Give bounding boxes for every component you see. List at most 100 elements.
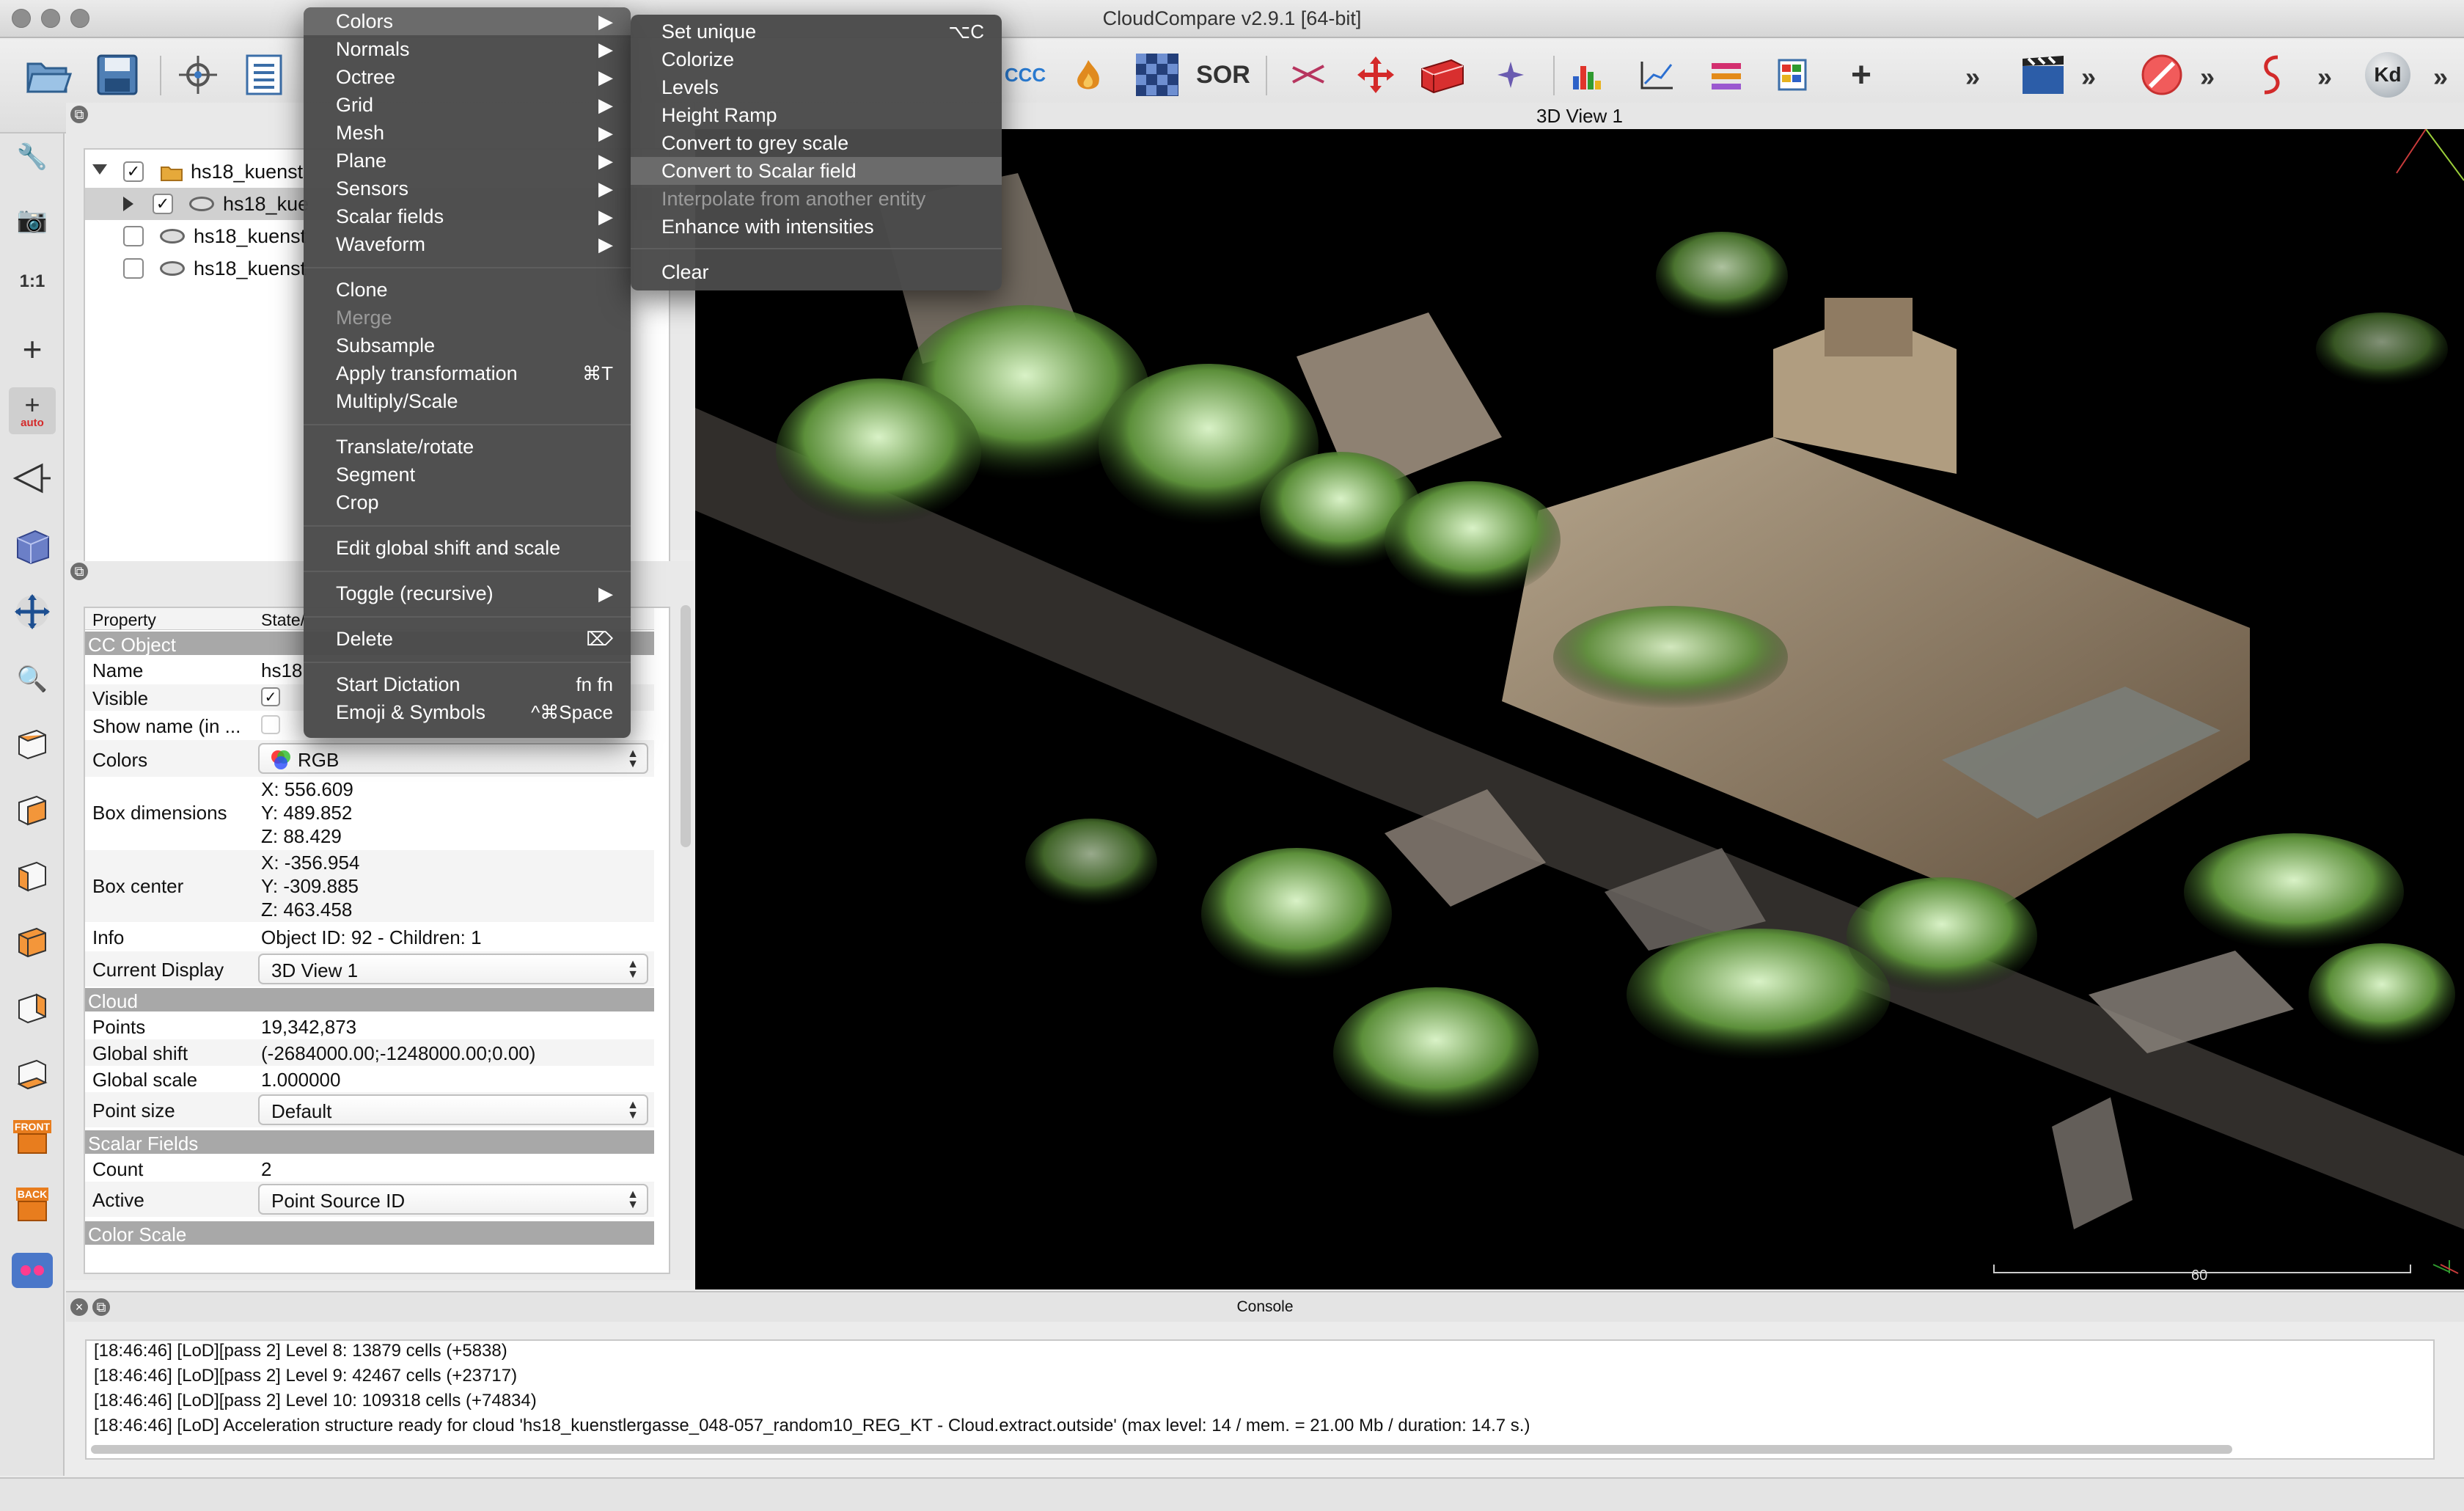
pivot-icon[interactable]: + [9, 326, 56, 373]
toolbar-separator [1553, 56, 1555, 95]
menu-item-height-ramp[interactable]: Height Ramp [631, 101, 1002, 129]
zoom-window-button[interactable] [70, 9, 89, 28]
histogram-icon[interactable] [1561, 47, 1616, 103]
tree-checkbox[interactable] [123, 226, 144, 246]
properties-icon[interactable] [236, 47, 292, 103]
table-icon[interactable] [1764, 47, 1820, 103]
toolbar-overflow-icon[interactable]: » [1965, 62, 1980, 92]
menu-item-enhance-intensities[interactable]: Enhance with intensities [631, 213, 1002, 241]
console-scrollbar[interactable] [91, 1445, 2232, 1454]
combo-arrows-icon: ▲ ▼ [627, 1188, 639, 1211]
menu-item-plane[interactable]: Plane ▶ [304, 147, 631, 175]
menu-item-grid[interactable]: Grid ▶ [304, 91, 631, 119]
menu-item-mesh[interactable]: Mesh ▶ [304, 119, 631, 147]
menu-item-waveform[interactable]: Waveform ▶ [304, 230, 631, 258]
save-icon[interactable] [89, 47, 145, 103]
collapsed-triangle-icon[interactable] [123, 197, 133, 211]
current-display-combo[interactable]: 3D View 1 ▲ ▼ [258, 954, 648, 984]
menu-item-crop[interactable]: Crop [304, 489, 631, 516]
menu-item-normals[interactable]: Normals ▶ [304, 35, 631, 63]
snake-icon[interactable] [2244, 47, 2300, 103]
scissors-icon[interactable] [1280, 47, 1336, 103]
back-view-icon[interactable] [9, 918, 56, 965]
front-iso-icon[interactable]: FRONT [9, 1113, 56, 1160]
menu-item-clear[interactable]: Clear [631, 258, 1002, 286]
stop-icon[interactable] [2134, 47, 2190, 103]
translate-icon[interactable] [1348, 47, 1404, 103]
menu-item-emoji-symbols[interactable]: Emoji & Symbols ^⌘Space [304, 698, 631, 726]
tree-label: hs18_kue [223, 193, 309, 215]
menu-item-levels[interactable]: Levels [631, 73, 1002, 101]
red-box-icon[interactable] [1414, 47, 1470, 103]
properties-scrollbar[interactable] [681, 605, 691, 847]
visible-checkbox[interactable]: ✓ [261, 687, 280, 706]
cube-view-icon[interactable] [9, 522, 56, 569]
point-size-combo[interactable]: Default ▲ ▼ [258, 1094, 648, 1125]
toolbar-overflow-icon[interactable]: » [2081, 62, 2096, 92]
checkerboard-icon[interactable] [1129, 47, 1185, 103]
one-to-one-icon[interactable]: 1:1 [9, 258, 56, 305]
global-scale-key: Global scale [92, 1069, 198, 1091]
ccc-icon[interactable]: CCC [997, 47, 1053, 103]
tree-checkbox[interactable]: ✓ [153, 194, 173, 214]
front-label: FRONT [12, 1120, 52, 1133]
colors-combo[interactable]: RGB ▲ ▼ [258, 743, 648, 774]
expand-triangle-icon[interactable] [92, 164, 107, 175]
flickr-icon[interactable] [9, 1247, 56, 1294]
fire-icon[interactable] [1060, 47, 1116, 103]
menu-item-multiply-scale[interactable]: Multiply/Scale [304, 387, 631, 415]
kd-icon[interactable]: Kd [2360, 47, 2416, 103]
show-name-checkbox[interactable] [261, 715, 280, 734]
animation-icon[interactable] [2015, 47, 2071, 103]
menu-item-sensors[interactable]: Sensors ▶ [304, 175, 631, 202]
menu-item-start-dictation[interactable]: Start Dictation fn fn [304, 670, 631, 698]
sor-icon[interactable]: SOR [1195, 47, 1251, 103]
top-view-icon[interactable] [9, 720, 56, 767]
perspective-icon[interactable] [9, 455, 56, 502]
menu-item-scalar-fields[interactable]: Scalar fields ▶ [304, 202, 631, 230]
toolbar-overflow-icon[interactable]: » [2317, 62, 2332, 92]
name-value[interactable]: hs18 [261, 659, 302, 682]
menu-item-colors[interactable]: Colors ▶ [304, 7, 631, 35]
undock-icon[interactable]: ⧉ [70, 106, 88, 123]
fit-icon[interactable] [1483, 47, 1539, 103]
auto-pivot-icon[interactable]: + auto [9, 387, 56, 434]
zoom-icon[interactable]: 🔍 [9, 656, 56, 703]
undock-icon[interactable]: ⧉ [70, 563, 88, 580]
menu-item-apply-transformation[interactable]: Apply transformation ⌘T [304, 359, 631, 387]
wrench-icon[interactable]: 🔧 [9, 133, 56, 180]
active-sf-combo[interactable]: Point Source ID ▲ ▼ [258, 1184, 648, 1215]
left-view-icon[interactable] [9, 852, 56, 899]
minmax-icon[interactable] [1698, 47, 1754, 103]
menu-item-edit-global-shift[interactable]: Edit global shift and scale [304, 534, 631, 562]
tree-checkbox[interactable] [123, 258, 144, 279]
menu-item-set-unique[interactable]: Set unique ⌥C [631, 18, 1002, 45]
plus-icon[interactable]: + [1833, 47, 1889, 103]
menu-item-delete[interactable]: Delete ⌦ [304, 625, 631, 653]
move-icon[interactable] [9, 588, 56, 635]
open-icon[interactable] [21, 47, 76, 103]
toolbar-overflow-icon[interactable]: » [2200, 62, 2215, 92]
menu-item-segment[interactable]: Segment [304, 461, 631, 489]
menu-item-toggle-recursive[interactable]: Toggle (recursive) ▶ [304, 579, 631, 607]
right-view-icon[interactable] [9, 984, 56, 1031]
menu-item-translate-rotate[interactable]: Translate/rotate [304, 433, 631, 461]
minimize-window-button[interactable] [41, 9, 60, 28]
back-iso-icon[interactable]: BACK [9, 1181, 56, 1228]
3d-view[interactable]: 60 [695, 129, 2464, 1289]
active-key: Active [92, 1189, 144, 1211]
plot-icon[interactable] [1629, 47, 1685, 103]
camera-icon[interactable]: 📷 [9, 197, 56, 244]
menu-item-convert-grey-scale[interactable]: Convert to grey scale [631, 129, 1002, 157]
menu-item-clone[interactable]: Clone [304, 276, 631, 304]
toolbar-overflow-icon[interactable]: » [2433, 62, 2448, 92]
menu-item-colorize[interactable]: Colorize [631, 45, 1002, 73]
menu-item-convert-scalar-field[interactable]: Convert to Scalar field [631, 157, 1002, 185]
bottom-view-icon[interactable] [9, 1050, 56, 1097]
menu-item-subsample[interactable]: Subsample [304, 332, 631, 359]
front-view-icon[interactable] [9, 786, 56, 833]
tree-checkbox[interactable]: ✓ [123, 161, 144, 182]
point-picking-icon[interactable] [170, 47, 226, 103]
close-window-button[interactable] [12, 9, 31, 28]
menu-item-octree[interactable]: Octree ▶ [304, 63, 631, 91]
